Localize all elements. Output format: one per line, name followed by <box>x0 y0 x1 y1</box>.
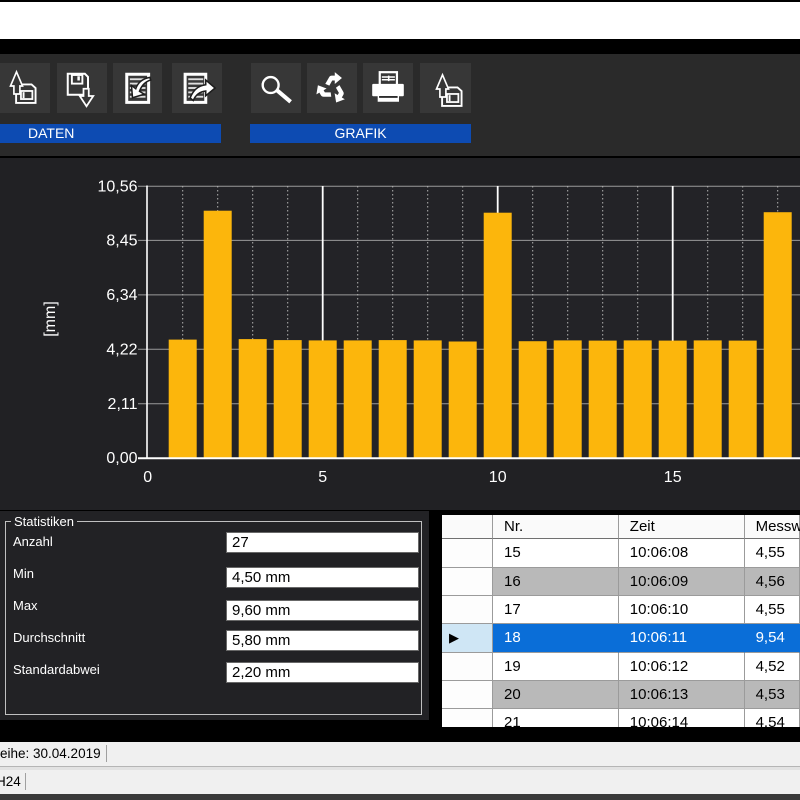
svg-text:[mm]: [mm] <box>42 301 59 337</box>
svg-text:15: 15 <box>664 469 682 486</box>
svg-text:2,11: 2,11 <box>108 396 138 413</box>
svg-text:6,34: 6,34 <box>106 287 137 304</box>
svg-text:0,00: 0,00 <box>106 450 137 467</box>
svg-text:10,56: 10,56 <box>97 178 137 195</box>
svg-text:10: 10 <box>489 469 507 486</box>
svg-text:4,22: 4,22 <box>106 341 137 358</box>
svg-text:5: 5 <box>318 469 327 486</box>
svg-text:8,45: 8,45 <box>106 232 137 249</box>
svg-text:0: 0 <box>143 469 152 486</box>
